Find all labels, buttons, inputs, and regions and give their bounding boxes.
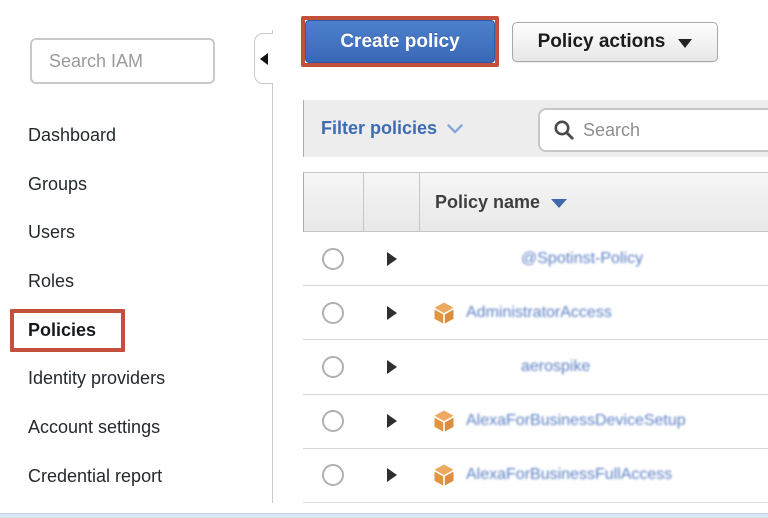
aws-managed-policy-icon — [432, 463, 456, 487]
filter-policies-dropdown[interactable]: Filter policies — [321, 118, 463, 139]
policy-search-input[interactable] — [583, 120, 768, 141]
policy-name-link[interactable]: AdministratorAccess — [466, 304, 612, 322]
policy-actions-label: Policy actions — [538, 31, 666, 53]
aws-managed-policy-icon — [432, 409, 456, 433]
window-bottom-edge — [0, 513, 768, 518]
row-expand-icon[interactable] — [387, 360, 397, 374]
sidebar-item-dashboard[interactable]: Dashboard — [0, 111, 272, 160]
row-expand-icon[interactable] — [387, 468, 397, 482]
create-policy-annotation-box: Create policy — [301, 16, 499, 67]
filter-chevron-icon — [447, 124, 463, 134]
search-iam-input[interactable] — [30, 38, 215, 84]
table-row: @Spotinst-Policy — [303, 232, 768, 286]
policy-name-link[interactable]: AlexaForBusinessFullAccess — [466, 466, 672, 484]
row-expand-icon[interactable] — [387, 306, 397, 320]
create-policy-button[interactable]: Create policy — [305, 20, 495, 63]
sort-caret-icon — [551, 199, 567, 208]
policy-name-link[interactable]: @Spotinst-Policy — [521, 250, 643, 268]
search-icon — [553, 119, 575, 141]
sidebar-item-users[interactable]: Users — [0, 208, 272, 257]
aws-managed-policy-icon — [432, 301, 456, 325]
row-radio-button[interactable] — [322, 248, 344, 270]
row-expand-icon[interactable] — [387, 252, 397, 266]
sidebar-item-account-settings[interactable]: Account settings — [0, 403, 272, 452]
row-expand-icon[interactable] — [387, 414, 397, 428]
sidebar-divider — [272, 30, 273, 503]
iam-sidebar: Dashboard Groups Users Roles Policies Id… — [0, 0, 272, 518]
row-radio-button[interactable] — [322, 410, 344, 432]
table-header-row: Policy name — [303, 172, 768, 232]
table-row: AlexaForBusinessDeviceSetup — [303, 395, 768, 449]
sidebar-item-roles[interactable]: Roles — [0, 257, 272, 306]
collapse-sidebar-button[interactable] — [254, 33, 273, 84]
policies-annotation-box: Policies — [10, 309, 125, 352]
sidebar-item-policies[interactable]: Policies — [0, 306, 272, 355]
sidebar-item-credential-report[interactable]: Credential report — [0, 452, 272, 501]
sidebar-nav: Dashboard Groups Users Roles Policies Id… — [0, 111, 272, 501]
column-separator — [363, 173, 364, 231]
policy-table-body: @Spotinst-Policy AdministratorAccess aer… — [303, 232, 768, 503]
filter-policies-label: Filter policies — [321, 118, 437, 139]
sidebar-item-groups[interactable]: Groups — [0, 160, 272, 209]
policy-name-header-label: Policy name — [435, 192, 540, 213]
column-separator — [419, 173, 420, 231]
dropdown-caret-icon — [678, 39, 692, 48]
policy-name-link[interactable]: aerospike — [521, 358, 590, 376]
table-row: AlexaForBusinessFullAccess — [303, 449, 768, 503]
row-radio-button[interactable] — [322, 356, 344, 378]
policy-name-link[interactable]: AlexaForBusinessDeviceSetup — [466, 412, 686, 430]
table-row: AdministratorAccess — [303, 286, 768, 340]
column-header-policy-name[interactable]: Policy name — [435, 192, 567, 213]
sidebar-item-identity-providers[interactable]: Identity providers — [0, 354, 272, 403]
table-row: aerospike — [303, 340, 768, 394]
row-radio-button[interactable] — [322, 302, 344, 324]
policy-actions-button[interactable]: Policy actions — [512, 22, 718, 62]
collapse-sidebar-icon — [260, 53, 268, 65]
policy-search-box — [538, 108, 768, 152]
row-radio-button[interactable] — [322, 464, 344, 486]
